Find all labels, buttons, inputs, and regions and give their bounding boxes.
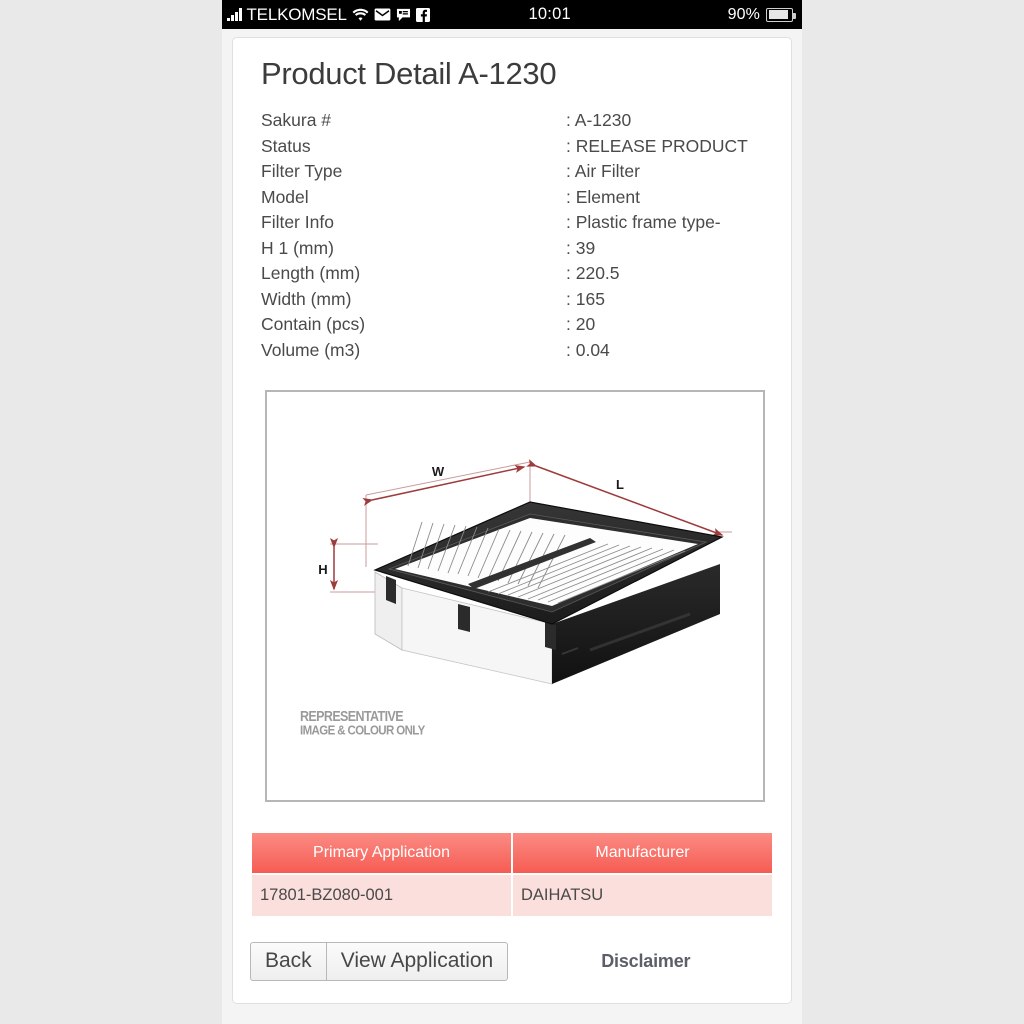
spec-value: A-1230 — [566, 108, 774, 134]
spec-value: 165 — [566, 287, 774, 313]
page-body: Product Detail A-1230 Sakura # A-1230 St… — [222, 29, 802, 1024]
cell-primary-application: 17801-BZ080-001 — [252, 875, 511, 916]
carrier-label: TELKOMSEL — [246, 4, 347, 24]
back-button[interactable]: Back — [250, 942, 327, 981]
status-bar: TELKOMSEL 10:01 90% — [222, 0, 802, 29]
spec-value: 0.04 — [566, 338, 774, 364]
spec-row: Length (mm) 220.5 — [261, 261, 774, 287]
spec-label: Sakura # — [261, 110, 332, 130]
view-application-button[interactable]: View Application — [325, 942, 509, 981]
screenshot-root: TELKOMSEL 10:01 90% Product Detail A-123… — [0, 0, 1024, 1024]
cell-manufacturer: DAIHATSU — [513, 875, 772, 916]
column-header-primary-application: Primary Application — [252, 833, 511, 873]
height-dimension-label: H — [318, 562, 327, 577]
signal-bars-icon — [227, 8, 242, 21]
width-dimension-label: W — [432, 464, 445, 479]
spec-row: Contain (pcs) 20 — [261, 312, 774, 338]
product-image-frame: W L H REPRESENTATIVE IMAGE & COLOUR ONLY — [265, 390, 765, 802]
battery-percent-label: 90% — [727, 5, 760, 23]
spec-label: Filter Info — [261, 212, 334, 232]
spec-label: Model — [261, 186, 309, 207]
email-icon — [374, 8, 391, 21]
spec-value: Plastic frame type- — [566, 210, 774, 236]
disclaimer-link[interactable]: Disclaimer — [601, 951, 690, 972]
facebook-icon — [415, 7, 430, 22]
table-row: 17801-BZ080-001 DAIHATSU — [252, 875, 772, 916]
spec-row: Volume (m3) 0.04 — [261, 338, 774, 364]
air-filter-product-photo: W L H REPRESENTATIVE IMAGE & COLOUR ONLY — [300, 459, 732, 738]
wifi-icon — [352, 8, 369, 22]
spec-label: Width (mm) — [261, 288, 352, 309]
column-header-manufacturer: Manufacturer — [513, 833, 772, 873]
spec-label: H 1 (mm) — [261, 237, 334, 258]
application-table: Primary Application Manufacturer 17801-B… — [250, 831, 774, 918]
table-header-row: Primary Application Manufacturer — [252, 833, 772, 873]
status-bar-center: 10:01 — [430, 5, 728, 24]
watermark-line-2: IMAGE & COLOUR ONLY — [300, 723, 426, 738]
watermark-line-1: REPRESENTATIVE — [300, 708, 404, 724]
spec-label: Length (mm) — [261, 263, 361, 283]
phone-viewport: TELKOMSEL 10:01 90% Product Detail A-123… — [222, 0, 802, 1024]
messenger-icon — [396, 8, 411, 22]
spec-row: Width (mm) 165 — [261, 287, 774, 313]
status-bar-left: TELKOMSEL — [227, 5, 430, 25]
spec-value: RELEASE PRODUCT — [566, 134, 774, 160]
spec-value: Air Filter — [566, 159, 774, 185]
spec-label: Status — [261, 135, 311, 156]
page-title: Product Detail A-1230 — [261, 56, 557, 91]
spec-row: Filter Info Plastic frame type- — [261, 210, 774, 236]
spec-row: Status RELEASE PRODUCT — [261, 134, 774, 160]
spec-label: Contain (pcs) — [261, 314, 366, 334]
spec-value: 20 — [566, 312, 774, 338]
spec-value: 39 — [566, 236, 774, 262]
spec-row: H 1 (mm) 39 — [261, 236, 774, 262]
spec-value: Element — [566, 185, 774, 211]
spec-value: 220.5 — [566, 261, 774, 287]
width-dimension-arrow — [362, 464, 526, 506]
spec-row: Model Element — [261, 185, 774, 211]
status-bar-right: 90% — [727, 5, 796, 24]
length-dimension-label: L — [616, 477, 624, 492]
spec-row: Sakura # A-1230 — [261, 108, 774, 134]
spec-label: Volume (m3) — [261, 339, 361, 360]
action-button-row: Back View Application Disclaimer — [250, 942, 774, 981]
spec-row: Filter Type Air Filter — [261, 159, 774, 185]
battery-icon — [766, 7, 796, 22]
clock-label: 10:01 — [528, 5, 571, 23]
spec-list: Sakura # A-1230 Status RELEASE PRODUCT F… — [261, 108, 774, 363]
spec-label: Filter Type — [261, 161, 343, 181]
product-detail-card: Product Detail A-1230 Sakura # A-1230 St… — [232, 37, 792, 1004]
